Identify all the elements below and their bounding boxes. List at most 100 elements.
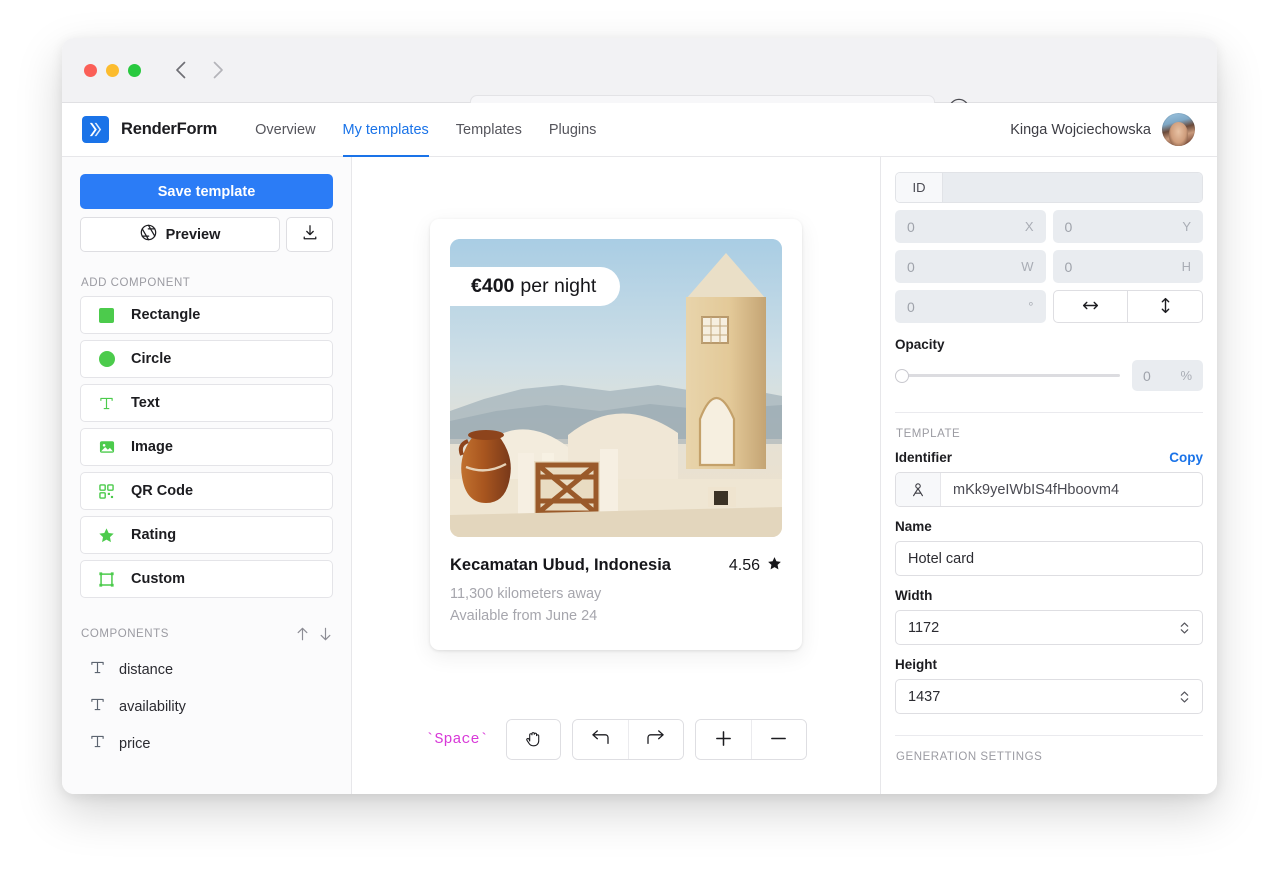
minimize-window-button[interactable] bbox=[106, 63, 119, 77]
height-block: Height 1437 bbox=[895, 657, 1203, 714]
w-unit: W bbox=[1021, 259, 1034, 274]
app-header: RenderForm Overview My templates Templat… bbox=[62, 103, 1217, 157]
name-block: Name Hotel card bbox=[895, 519, 1203, 576]
rotation-input[interactable]: 0 ° bbox=[895, 290, 1046, 323]
identifier-label: Identifier bbox=[895, 450, 953, 465]
minus-icon bbox=[769, 729, 788, 751]
x-input[interactable]: 0 X bbox=[895, 210, 1046, 243]
flip-vertical-icon bbox=[1159, 297, 1172, 317]
opacity-slider-knob[interactable] bbox=[895, 368, 909, 383]
zoom-in-button[interactable] bbox=[695, 720, 751, 759]
identifier-value: mKk9yeIWbIS4fHboovm4 bbox=[953, 481, 1120, 498]
components-label: COMPONENTS bbox=[81, 628, 169, 640]
add-image-label: Image bbox=[131, 439, 173, 455]
identifier-person-icon bbox=[896, 473, 941, 506]
layer-label: availability bbox=[119, 698, 186, 715]
rotation-unit: ° bbox=[1028, 299, 1034, 314]
preview-button[interactable]: Preview bbox=[80, 217, 280, 252]
element-id-row[interactable]: ID bbox=[895, 172, 1203, 203]
add-circle-button[interactable]: Circle bbox=[80, 340, 333, 378]
browser-nav-buttons bbox=[171, 59, 227, 81]
text-t-icon bbox=[90, 697, 105, 716]
nav-item-my-templates[interactable]: My templates bbox=[342, 103, 430, 157]
avatar[interactable] bbox=[1162, 113, 1195, 146]
flip-vertical-button[interactable] bbox=[1128, 290, 1203, 323]
height-label: Height bbox=[895, 657, 937, 672]
save-template-button[interactable]: Save template bbox=[80, 174, 333, 209]
add-circle-label: Circle bbox=[131, 351, 172, 367]
user-menu[interactable]: Kinga Wojciechowska bbox=[1010, 113, 1195, 146]
arrow-up-icon[interactable] bbox=[295, 626, 310, 642]
redo-arrow-icon bbox=[646, 730, 666, 749]
card-title-row: Kecamatan Ubud, Indonesia 4.56 bbox=[450, 556, 782, 576]
green-circle-icon bbox=[98, 351, 115, 367]
height-input[interactable]: 1437 bbox=[895, 679, 1203, 714]
y-input[interactable]: 0 Y bbox=[1052, 210, 1203, 243]
editor-canvas[interactable]: €400 per night Kecamatan Ubud, Indonesia… bbox=[352, 157, 880, 794]
forward-icon[interactable] bbox=[209, 59, 227, 81]
add-custom-button[interactable]: Custom bbox=[80, 560, 333, 598]
add-rectangle-button[interactable]: Rectangle bbox=[80, 296, 333, 334]
zoom-group bbox=[694, 719, 807, 760]
pan-tool-button[interactable] bbox=[506, 720, 560, 759]
arrow-down-icon[interactable] bbox=[318, 626, 333, 642]
id-input[interactable] bbox=[943, 173, 1202, 202]
width-input[interactable]: 1172 bbox=[895, 610, 1203, 645]
position-size-grid: 0 X 0 Y 0 W 0 H 0 ° bbox=[895, 210, 1203, 323]
width-label: Width bbox=[895, 588, 933, 603]
zoom-out-button[interactable] bbox=[750, 720, 806, 759]
opacity-slider-track bbox=[895, 374, 1120, 377]
identifier-field[interactable]: mKk9yeIWbIS4fHboovm4 bbox=[895, 472, 1203, 507]
close-window-button[interactable] bbox=[84, 63, 97, 77]
brand[interactable]: RenderForm bbox=[82, 116, 217, 143]
text-t-icon bbox=[90, 734, 105, 753]
copy-identifier-button[interactable]: Copy bbox=[1169, 450, 1203, 465]
nav-item-templates[interactable]: Templates bbox=[456, 103, 522, 156]
layer-label: price bbox=[119, 735, 151, 752]
add-qr-code-button[interactable]: QR Code bbox=[80, 472, 333, 510]
add-text-button[interactable]: Text bbox=[80, 384, 333, 422]
nav-item-plugins[interactable]: Plugins bbox=[549, 103, 597, 156]
opacity-value: 0 bbox=[1143, 367, 1151, 384]
maximize-window-button[interactable] bbox=[128, 63, 141, 77]
y-unit: Y bbox=[1182, 219, 1191, 234]
generation-settings-label: GENERATION SETTINGS bbox=[896, 751, 1043, 763]
width-stepper[interactable] bbox=[1179, 620, 1190, 636]
add-rating-button[interactable]: Rating bbox=[80, 516, 333, 554]
back-icon[interactable] bbox=[171, 59, 189, 81]
window-traffic-lights bbox=[84, 63, 141, 77]
price-badge[interactable]: €400 per night bbox=[450, 267, 621, 306]
flip-horizontal-button[interactable] bbox=[1052, 290, 1129, 323]
flip-group bbox=[1052, 290, 1203, 323]
renderform-logo-icon bbox=[82, 116, 109, 143]
undo-button[interactable] bbox=[572, 720, 628, 759]
card-photo[interactable]: €400 per night bbox=[450, 239, 782, 537]
properties-panel: ID 0 X 0 Y 0 W 0 H 0 ° Opacity 0 % TEMPL… bbox=[880, 157, 1217, 794]
generation-settings-block: GENERATION SETTINGS bbox=[895, 735, 1203, 763]
layer-item-availability[interactable]: availability bbox=[80, 688, 333, 725]
height-stepper[interactable] bbox=[1179, 689, 1190, 705]
flip-horizontal-icon bbox=[1082, 299, 1099, 315]
redo-button[interactable] bbox=[627, 720, 683, 759]
template-card[interactable]: €400 per night Kecamatan Ubud, Indonesia… bbox=[430, 219, 802, 650]
download-template-button[interactable] bbox=[286, 217, 333, 252]
layer-item-distance[interactable]: distance bbox=[80, 651, 333, 688]
width-block: Width 1172 bbox=[895, 588, 1203, 645]
rotation-value: 0 bbox=[907, 298, 915, 315]
h-input[interactable]: 0 H bbox=[1052, 250, 1203, 283]
nav-item-overview[interactable]: Overview bbox=[255, 103, 315, 156]
w-input[interactable]: 0 W bbox=[895, 250, 1046, 283]
id-label: ID bbox=[896, 173, 943, 202]
name-input[interactable]: Hotel card bbox=[895, 541, 1203, 576]
custom-frame-icon bbox=[98, 571, 115, 587]
canvas-toolbar: `Space` bbox=[352, 719, 880, 760]
add-image-button[interactable]: Image bbox=[80, 428, 333, 466]
opacity-slider[interactable] bbox=[895, 368, 1120, 384]
preview-label: Preview bbox=[165, 226, 221, 243]
rating-value: 4.56 bbox=[728, 557, 760, 574]
text-t-icon bbox=[90, 660, 105, 679]
opacity-input[interactable]: 0 % bbox=[1132, 360, 1203, 391]
layer-item-price[interactable]: price bbox=[80, 725, 333, 762]
y-value: 0 bbox=[1064, 218, 1073, 235]
add-component-label: ADD COMPONENT bbox=[81, 277, 191, 289]
